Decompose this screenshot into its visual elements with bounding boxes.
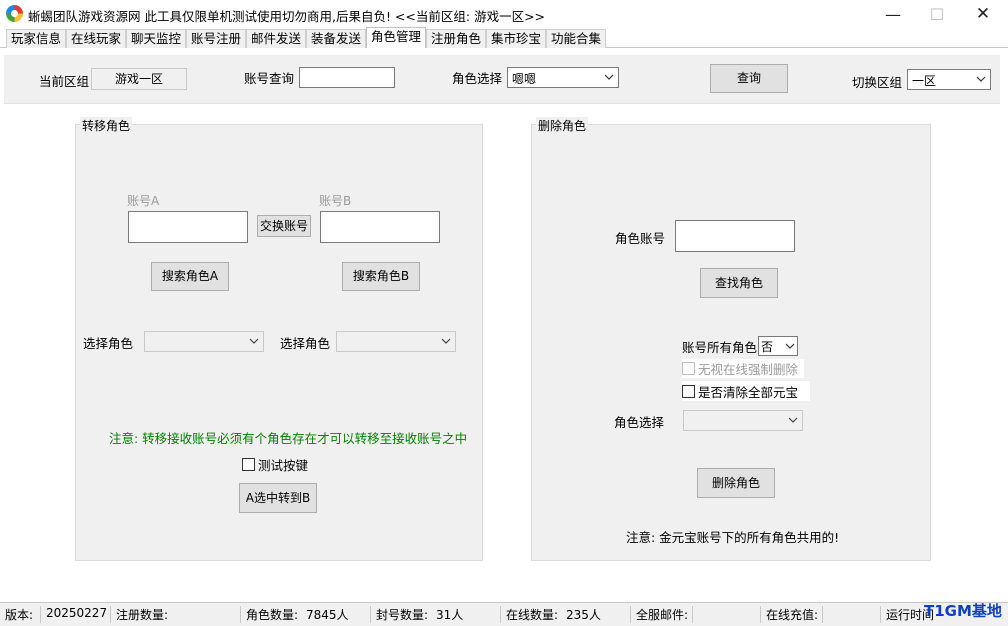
online-count-value: 235人	[566, 608, 601, 622]
status-divider	[40, 606, 41, 623]
online-count-label: 在线数量:	[506, 608, 559, 622]
tab-online-players[interactable]: 在线玩家	[66, 29, 126, 48]
current-zone-label: 当前区组	[39, 74, 90, 89]
select-role-a-dropdown[interactable]	[144, 331, 264, 352]
status-divider	[822, 606, 823, 623]
chevron-down-icon	[788, 417, 798, 423]
chevron-down-icon	[249, 338, 259, 344]
status-divider	[110, 606, 111, 623]
transfer-notice: 注意: 转移接收账号必须有个角色存在才可以转移至接收账号之中	[109, 431, 468, 446]
tab-player-info[interactable]: 玩家信息	[6, 29, 66, 48]
tab-feature-collection[interactable]: 功能合集	[546, 29, 606, 48]
account-query-label: 账号查询	[244, 71, 295, 86]
clear-gold-label: 是否清除全部元宝	[698, 384, 799, 400]
tab-register-role[interactable]: 注册角色	[426, 29, 486, 48]
version-value: 20250227	[46, 606, 108, 620]
clear-gold-checkbox[interactable]: 是否清除全部元宝	[682, 381, 810, 401]
ignore-online-checkbox[interactable]: 无视在线强制删除	[682, 359, 804, 378]
transfer-a-to-b-button[interactable]: A选中转到B	[239, 483, 317, 513]
status-divider	[880, 606, 881, 623]
role-account-label: 角色账号	[615, 231, 666, 246]
chevron-down-icon	[785, 343, 795, 349]
account-a-input[interactable]	[128, 211, 248, 243]
role-select-label: 角色选择	[452, 71, 503, 86]
test-key-checkbox[interactable]: 测试按键	[242, 455, 308, 474]
delete-role-title: 删除角色	[536, 117, 589, 134]
search-role-b-button[interactable]: 搜索角色B	[342, 262, 420, 291]
account-b-label: 账号B	[319, 194, 352, 208]
select-role-b-label: 选择角色	[280, 336, 331, 351]
watermark-logo: T1GM基地	[924, 602, 1002, 620]
version-label: 版本:	[5, 608, 34, 622]
minimize-button[interactable]: —	[870, 0, 916, 28]
status-divider	[240, 606, 241, 623]
query-toolbar: 当前区组 游戏一区 账号查询 角色选择 嗯嗯 查询 切换区组 一区	[4, 55, 1000, 104]
select-role-b-dropdown[interactable]	[336, 331, 456, 352]
tab-chat-monitor[interactable]: 聊天监控	[126, 29, 186, 48]
role-count-value: 7845人	[306, 608, 349, 622]
switch-zone-label: 切换区组	[852, 75, 903, 90]
checkbox-box	[242, 458, 255, 471]
banned-count-value: 31人	[436, 608, 464, 622]
transfer-role-title: 转移角色	[80, 117, 133, 134]
status-divider	[370, 606, 371, 623]
tab-account-register[interactable]: 账号注册	[186, 29, 246, 48]
account-b-input[interactable]	[320, 211, 440, 243]
role-count-label: 角色数量:	[246, 608, 299, 622]
register-count-label: 注册数量:	[116, 608, 169, 622]
delete-role-select-dropdown[interactable]	[683, 410, 803, 431]
chevron-down-icon	[976, 76, 986, 82]
tab-market-treasure[interactable]: 集市珍宝	[486, 29, 546, 48]
test-key-label: 测试按键	[258, 458, 309, 473]
status-divider	[500, 606, 501, 623]
banned-count-label: 封号数量:	[376, 608, 429, 622]
ignore-online-label: 无视在线强制删除	[698, 362, 799, 377]
delete-role-select-label: 角色选择	[614, 415, 665, 430]
all-roles-dropdown[interactable]: 否	[758, 336, 798, 356]
tab-strip: 玩家信息 在线玩家 聊天监控 账号注册 邮件发送 装备发送 角色管理 注册角色 …	[0, 27, 1008, 48]
status-divider	[630, 606, 631, 623]
delete-notice: 注意: 金元宝账号下的所有角色共用的!	[626, 530, 840, 545]
chevron-down-icon	[604, 74, 614, 80]
all-roles-value: 否	[761, 340, 774, 354]
chevron-down-icon	[441, 338, 451, 344]
status-divider	[692, 606, 693, 623]
find-role-button[interactable]: 查找角色	[700, 268, 778, 298]
role-account-input[interactable]	[675, 220, 795, 252]
account-a-label: 账号A	[127, 194, 160, 208]
checkbox-box	[682, 362, 695, 375]
query-button[interactable]: 查询	[710, 64, 788, 93]
server-mail-label: 全服邮件:	[636, 608, 689, 622]
tab-mail-send[interactable]: 邮件发送	[246, 29, 306, 48]
delete-role-group: 删除角色 角色账号 查找角色 账号所有角色 否 无视在线强制删除 是否清除全部元…	[531, 117, 931, 561]
maximize-button[interactable]: ☐	[914, 0, 960, 28]
select-role-a-label: 选择角色	[83, 336, 134, 351]
window-title: 蜥蜴团队游戏资源网 此工具仅限单机测试使用切勿商用,后果自负! <<当前区组: …	[28, 9, 546, 24]
status-divider	[760, 606, 761, 623]
online-recharge-label: 在线充值:	[766, 608, 819, 622]
swap-account-button[interactable]: 交换账号	[257, 215, 311, 237]
tab-equipment-send[interactable]: 装备发送	[306, 29, 366, 48]
switch-zone-dropdown[interactable]: 一区	[907, 69, 991, 90]
status-bar: 版本: 20250227 注册数量: 角色数量: 7845人 封号数量: 31人…	[0, 602, 1008, 626]
all-roles-label: 账号所有角色	[682, 340, 758, 355]
role-select-value: 嗯嗯	[512, 72, 537, 86]
close-button[interactable]: ✕	[960, 0, 1006, 28]
transfer-role-group: 转移角色 账号A 账号B 交换账号 搜索角色A 搜索角色B 选择角色 选择角色 …	[75, 117, 483, 561]
delete-role-button[interactable]: 删除角色	[697, 468, 775, 498]
switch-zone-value: 一区	[912, 74, 937, 88]
app-logo-icon	[6, 5, 23, 22]
checkbox-box	[682, 384, 695, 398]
title-bar: 蜥蜴团队游戏资源网 此工具仅限单机测试使用切勿商用,后果自负! <<当前区组: …	[0, 0, 1008, 28]
search-role-a-button[interactable]: 搜索角色A	[151, 262, 229, 291]
main-area: 转移角色 账号A 账号B 交换账号 搜索角色A 搜索角色B 选择角色 选择角色 …	[4, 104, 1000, 600]
role-select-dropdown[interactable]: 嗯嗯	[507, 67, 619, 88]
account-query-input[interactable]	[299, 67, 395, 88]
current-zone-value: 游戏一区	[91, 68, 187, 90]
tab-role-management[interactable]: 角色管理	[366, 27, 426, 48]
